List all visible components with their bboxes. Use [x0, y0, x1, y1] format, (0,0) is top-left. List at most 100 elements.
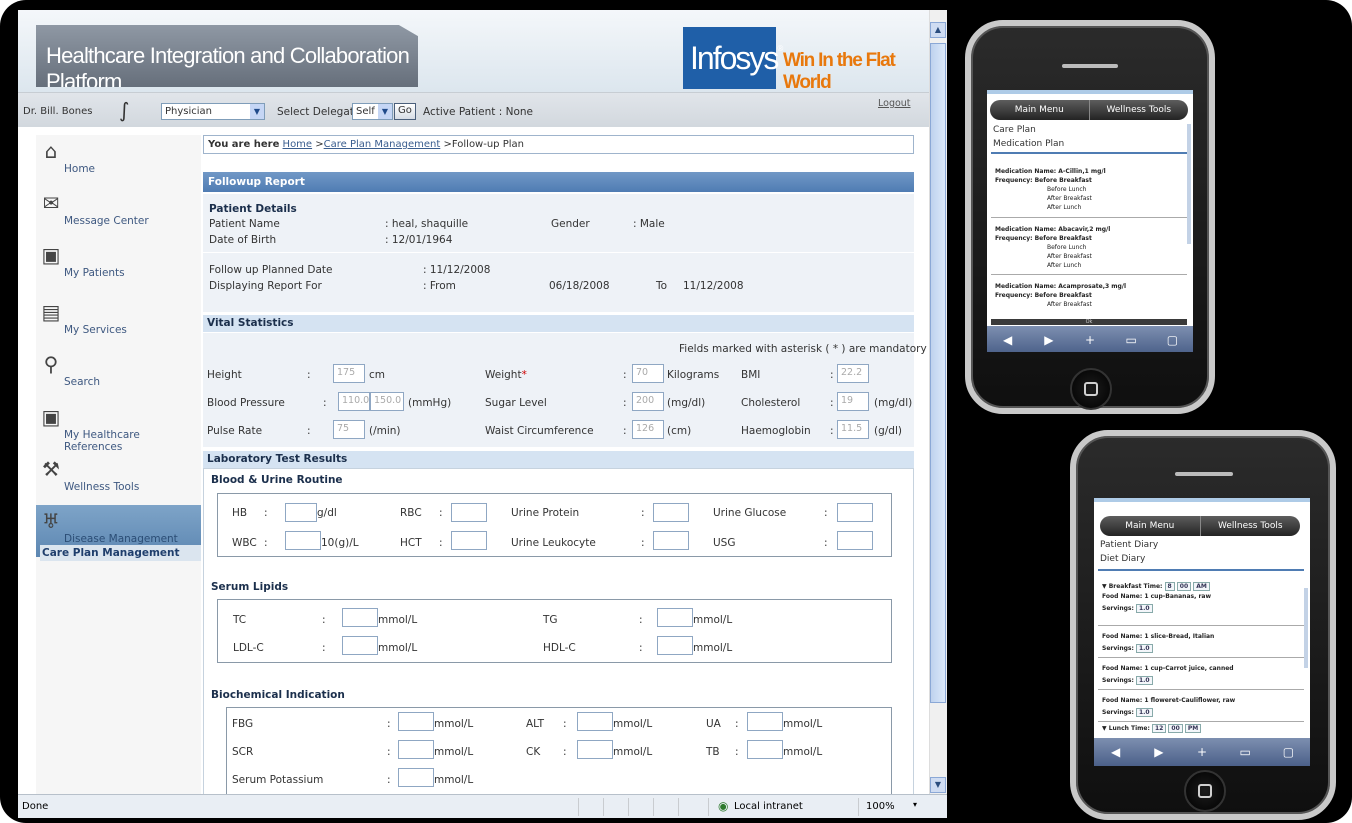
urine-glucose-input[interactable] [837, 503, 873, 522]
height-unit: cm [369, 369, 386, 381]
patient-diary-link[interactable]: Patient Diary [1100, 540, 1158, 550]
sidebar-subitem-care-plan-management[interactable]: Care Plan Management [40, 545, 201, 561]
phone-scrollbar[interactable] [1304, 588, 1308, 668]
back-icon[interactable]: ◀ [1094, 745, 1137, 759]
patient-details-heading: Patient Details [209, 203, 297, 215]
breakfast-section: ▼ Breakfast Time: 8 00 AM Food Name: 1 c… [1098, 580, 1304, 626]
role-select[interactable]: Physician ▼ [161, 103, 265, 120]
ampm-select[interactable]: PM [1184, 724, 1202, 733]
waist-input[interactable]: 126 [632, 420, 664, 439]
medication-item: Medication Name: Abacavir,2 mg/l Frequen… [991, 220, 1187, 275]
pages-icon[interactable]: ▢ [1267, 745, 1310, 759]
ampm-select[interactable]: AM [1193, 582, 1210, 591]
hct-input[interactable] [451, 531, 487, 550]
hb-input[interactable] [285, 503, 317, 522]
scr-input[interactable] [398, 740, 434, 759]
diet-diary-link[interactable]: Diet Diary [1100, 554, 1145, 564]
envelope-icon: ✉ [42, 191, 60, 215]
pages-icon[interactable]: ▢ [1152, 333, 1193, 347]
sidebar-item-wellness-tools[interactable]: ⚒ Wellness Tools [36, 453, 201, 505]
phone-tabs: Main Menu Wellness Tools [990, 100, 1188, 120]
zoom-level[interactable]: 100% [866, 801, 895, 812]
alt-input[interactable] [577, 712, 613, 731]
plus-icon[interactable]: + [1069, 333, 1110, 347]
plus-icon[interactable]: + [1180, 745, 1223, 759]
lab-results-panel: Blood & Urine Routine HB : g/dl RBC : Ur… [203, 468, 914, 794]
forward-icon[interactable]: ▶ [1137, 745, 1180, 759]
medication-plan-link[interactable]: Medication Plan [993, 139, 1064, 149]
pulse-input[interactable]: 75 [333, 420, 365, 439]
biochemical-heading: Biochemical Indication [211, 689, 345, 701]
sidebar-item-home[interactable]: ⌂ Home [36, 135, 201, 187]
pulse-label: Pulse Rate [207, 425, 263, 437]
hdl-input[interactable] [657, 636, 693, 655]
tab-wellness-tools[interactable]: Wellness Tools [1199, 516, 1301, 536]
forward-icon[interactable]: ▶ [1028, 333, 1069, 347]
wbc-input[interactable] [285, 531, 321, 550]
servings-select[interactable]: 1.0 [1135, 676, 1153, 685]
cholesterol-input[interactable]: 19 [837, 392, 869, 411]
minute-select[interactable]: 00 [1176, 582, 1192, 591]
chevron-down-icon[interactable]: ▾ [913, 800, 917, 809]
cholesterol-unit: (mg/dl) [874, 397, 913, 409]
scrollbar-thumb[interactable] [930, 43, 946, 703]
ldl-input[interactable] [342, 636, 378, 655]
scroll-up-icon[interactable]: ▲ [930, 22, 946, 38]
bookmarks-icon[interactable]: ▭ [1111, 333, 1152, 347]
from-date: 06/18/2008 [549, 280, 610, 292]
ck-input[interactable] [577, 740, 613, 759]
dob-label: Date of Birth [209, 234, 277, 246]
tab-main-menu[interactable]: Main Menu [1100, 516, 1200, 536]
urine-leukocyte-input[interactable] [653, 531, 689, 550]
haemoglobin-input[interactable]: 11.5 [837, 420, 869, 439]
servings-select[interactable]: 1.0 [1135, 708, 1153, 717]
care-plan-link[interactable]: Care Plan [993, 125, 1036, 135]
home-button[interactable] [1184, 770, 1226, 812]
tab-wellness-tools[interactable]: Wellness Tools [1088, 100, 1189, 120]
serum-potassium-input[interactable] [398, 768, 434, 787]
scroll-down-icon[interactable]: ▼ [930, 777, 946, 793]
phone-scrollbar[interactable] [1187, 124, 1191, 244]
bmi-input[interactable]: 22.2 [837, 364, 869, 383]
minute-select[interactable]: 00 [1168, 724, 1183, 733]
screenshot-frame: Healthcare Integration and Collaboration… [0, 0, 1352, 823]
rbc-input[interactable] [451, 503, 487, 522]
breadcrumb: You are here Home >Care Plan Management … [203, 135, 914, 154]
fbg-input[interactable] [398, 712, 434, 731]
logout-link[interactable]: Logout [878, 98, 911, 109]
tg-input[interactable] [657, 608, 693, 627]
tc-input[interactable] [342, 608, 378, 627]
height-input[interactable]: 175 [333, 364, 365, 383]
sidebar-item-healthcare-references[interactable]: ▣ My Healthcare References [36, 401, 201, 453]
weight-input[interactable]: 70 [632, 364, 664, 383]
stethoscope-icon: ♅ [42, 509, 60, 533]
sidebar-item-message-center[interactable]: ✉ Message Center [36, 187, 201, 239]
hour-select[interactable]: 12 [1151, 724, 1167, 733]
blood-urine-box: HB : g/dl RBC : Urine Protein : Urine Gl… [217, 493, 892, 557]
bp-diastolic-input[interactable]: 150.0 [370, 392, 404, 411]
home-icon: ⌂ [44, 139, 58, 163]
hour-select[interactable]: 8 [1164, 582, 1175, 591]
sidebar: ⌂ Home ✉ Message Center ▣ My Patients ▤ My S… [36, 135, 201, 794]
bp-systolic-input[interactable]: 110.0 [338, 392, 370, 411]
sidebar-item-my-patients[interactable]: ▣ My Patients [36, 239, 201, 291]
tb-input[interactable] [747, 740, 783, 759]
ok-button[interactable]: Ok [991, 319, 1187, 325]
breadcrumb-home-link[interactable]: Home [283, 139, 313, 150]
back-icon[interactable]: ◀ [987, 333, 1028, 347]
person-icon: ▣ [41, 243, 61, 267]
ua-input[interactable] [747, 712, 783, 731]
servings-select[interactable]: 1.0 [1135, 604, 1153, 613]
bookmarks-icon[interactable]: ▭ [1224, 745, 1267, 759]
sidebar-item-my-services[interactable]: ▤ My Services [36, 296, 201, 348]
home-button[interactable] [1070, 368, 1112, 410]
urine-protein-input[interactable] [653, 503, 689, 522]
usg-input[interactable] [837, 531, 873, 550]
delegate-select[interactable]: Self ▼ [352, 103, 393, 120]
tab-main-menu[interactable]: Main Menu [990, 100, 1089, 120]
breadcrumb-care-link[interactable]: Care Plan Management [324, 139, 441, 150]
sugar-input[interactable]: 200 [632, 392, 664, 411]
servings-select[interactable]: 1.0 [1135, 644, 1153, 653]
sidebar-item-search[interactable]: ⚲ Search [36, 348, 201, 400]
go-button[interactable]: Go [394, 103, 416, 120]
